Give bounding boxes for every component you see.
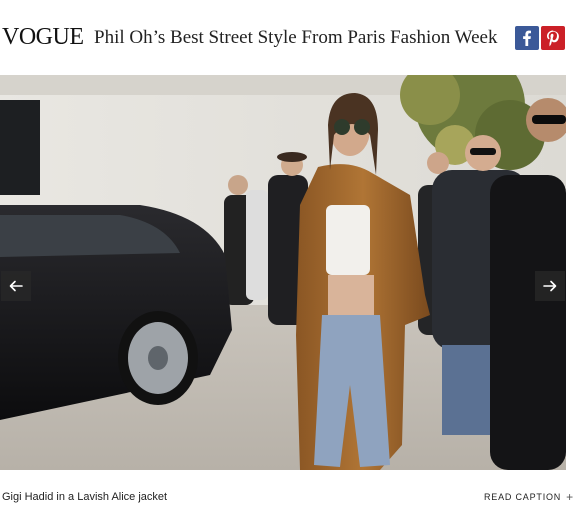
facebook-icon	[523, 30, 531, 46]
read-caption-button[interactable]: READ CAPTION +	[484, 491, 574, 503]
pinterest-icon	[547, 30, 559, 47]
vogue-logo[interactable]: VOGUE	[2, 22, 84, 52]
next-slide-button[interactable]	[535, 271, 565, 301]
arrow-right-icon	[543, 280, 557, 292]
facebook-share-button[interactable]	[515, 26, 539, 50]
slideshow-photo[interactable]	[0, 75, 566, 470]
street-style-photo	[0, 75, 566, 470]
photo-caption: Gigi Hadid in a Lavish Alice jacket	[2, 491, 168, 503]
read-caption-label: READ CAPTION	[484, 492, 562, 502]
plus-icon: +	[566, 490, 574, 504]
article-title: Phil Oh’s Best Street Style From Paris F…	[94, 27, 498, 48]
arrow-left-icon	[9, 280, 23, 292]
pinterest-share-button[interactable]	[541, 26, 565, 50]
previous-slide-button[interactable]	[1, 271, 31, 301]
article-header: VOGUE Phil Oh’s Best Street Style From P…	[0, 0, 574, 62]
